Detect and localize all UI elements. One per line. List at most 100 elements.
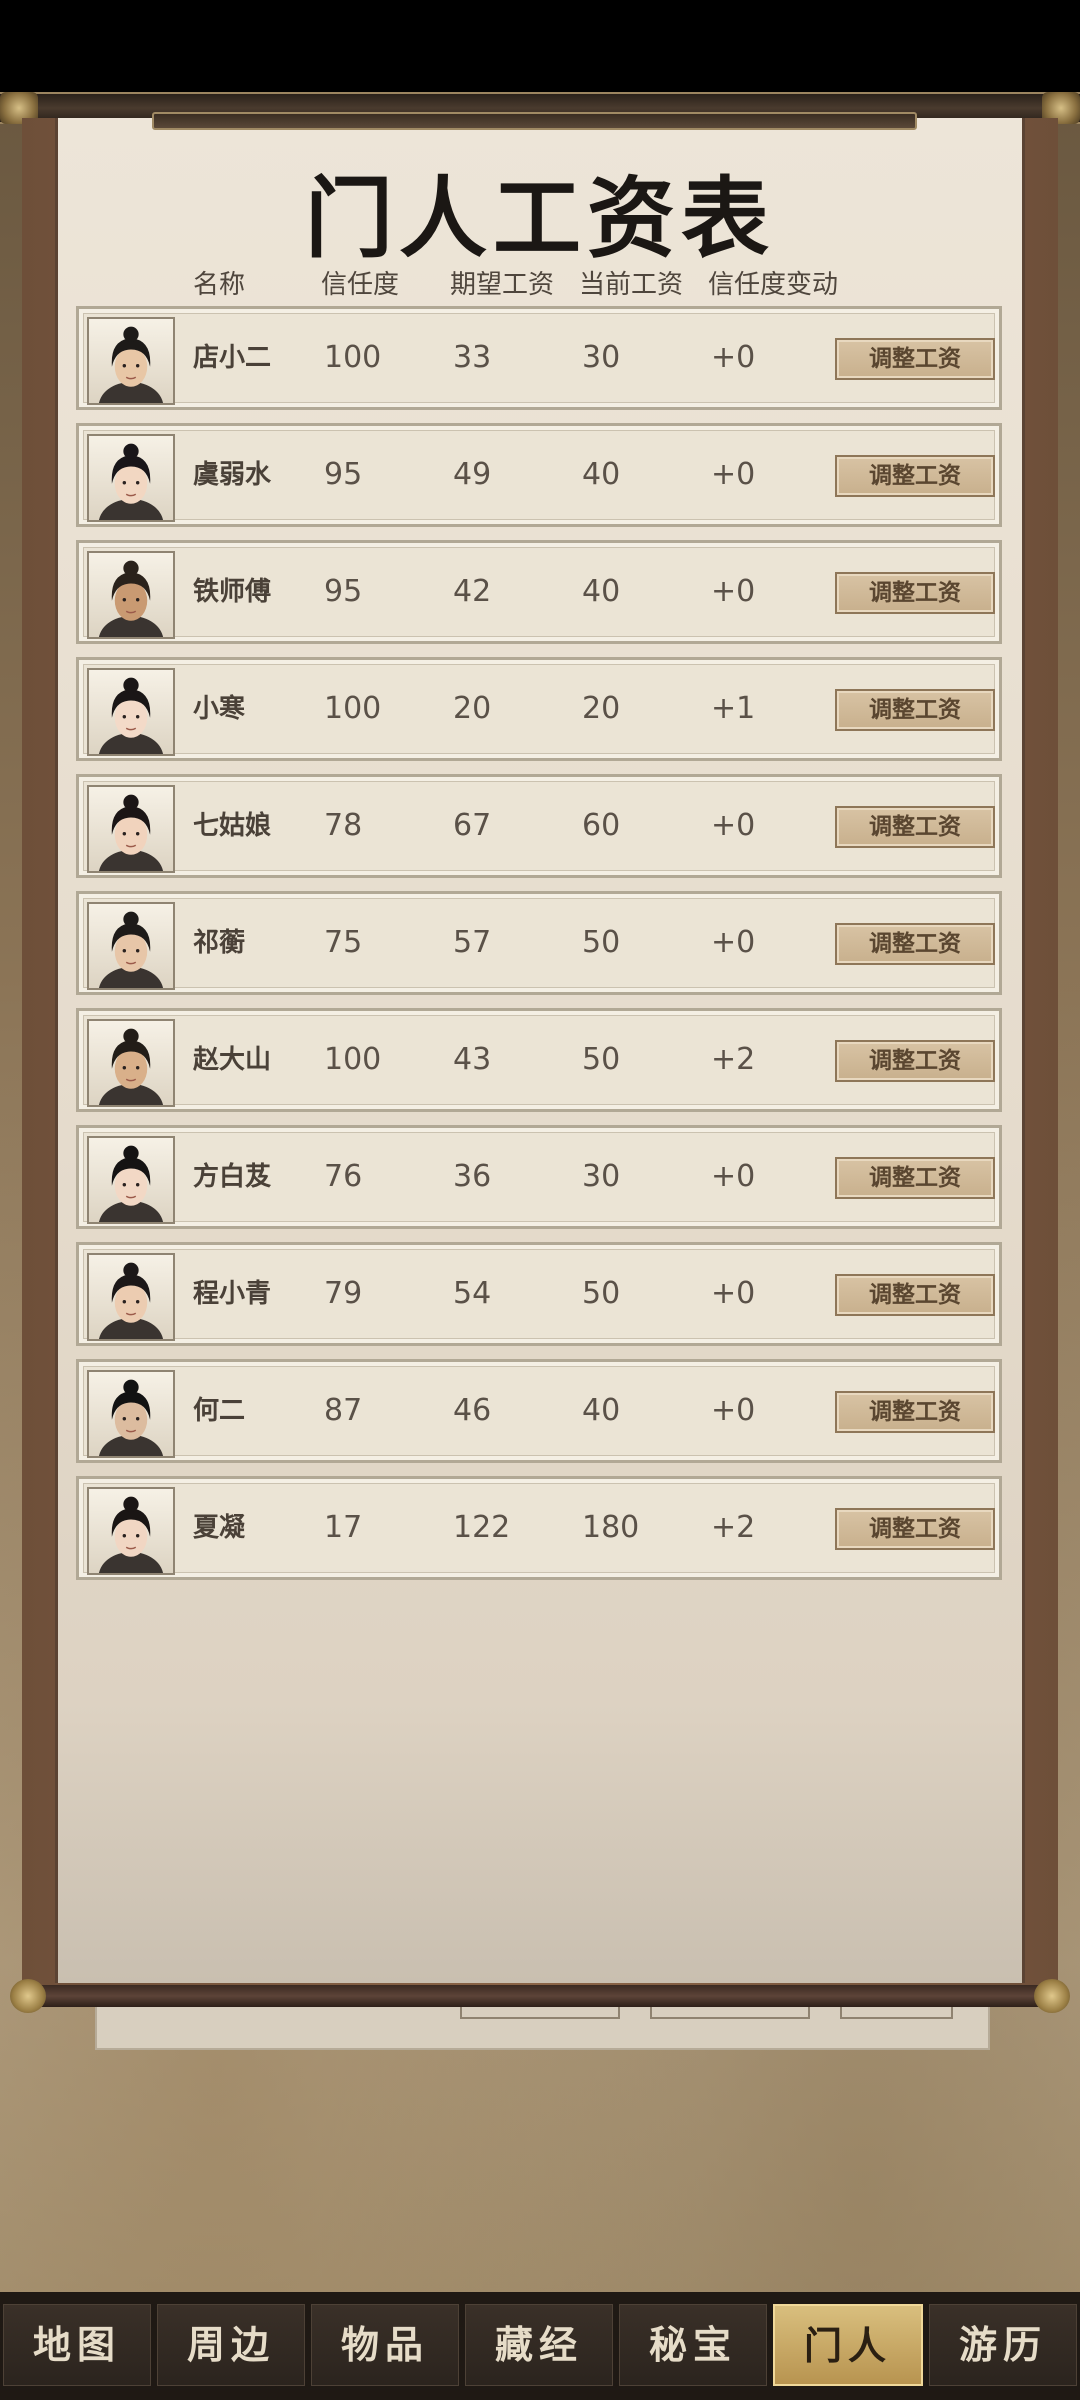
adjust-wage-button[interactable]: 调整工资	[835, 1274, 995, 1316]
trust-change-value: +0	[711, 808, 756, 843]
adjust-wage-button[interactable]: 调整工资	[835, 923, 995, 965]
trust-change-value: +2	[711, 1510, 756, 1545]
trust-value: 100	[324, 691, 382, 726]
current-wage-value: 40	[582, 457, 621, 492]
portrait-avatar	[87, 551, 175, 639]
header-trust: 信任度	[321, 270, 400, 300]
nav-tab[interactable]: 秘宝	[619, 2304, 767, 2386]
trust-value: 87	[324, 1393, 363, 1428]
trust-change-value: +1	[711, 691, 756, 726]
member-name: 方白芨	[193, 1162, 272, 1192]
expected-wage-value: 54	[453, 1276, 492, 1311]
portrait-avatar	[87, 668, 175, 756]
portrait-avatar	[87, 902, 175, 990]
adjust-wage-button[interactable]: 调整工资	[835, 1040, 995, 1082]
expected-wage-value: 122	[453, 1510, 511, 1545]
adjust-wage-button[interactable]: 调整工资	[835, 572, 995, 614]
underlying-tab	[650, 2005, 810, 2019]
trust-change-value: +0	[711, 1159, 756, 1194]
trust-value: 76	[324, 1159, 363, 1194]
table-row: 虞弱水 95 49 40 +0 调整工资	[76, 423, 1002, 527]
trust-change-value: +0	[711, 574, 756, 609]
scroll-bottom-rod	[10, 1979, 1070, 2013]
member-name: 店小二	[193, 343, 272, 373]
header-expected-wage: 期望工资	[450, 270, 555, 300]
adjust-wage-button[interactable]: 调整工资	[835, 1508, 995, 1550]
trust-value: 95	[324, 457, 363, 492]
trust-value: 79	[324, 1276, 363, 1311]
expected-wage-value: 67	[453, 808, 492, 843]
current-wage-value: 60	[582, 808, 621, 843]
underlying-tab	[460, 2005, 620, 2019]
table-row: 夏凝 17 122 180 +2 调整工资	[76, 1476, 1002, 1580]
header-current-wage: 当前工资	[579, 270, 684, 300]
member-name: 赵大山	[193, 1045, 272, 1075]
expected-wage-value: 33	[453, 340, 492, 375]
member-name: 铁师傅	[193, 577, 272, 607]
portrait-avatar	[87, 1136, 175, 1224]
current-wage-value: 40	[582, 1393, 621, 1428]
header-name: 名称	[193, 270, 246, 300]
table-row: 小寒 100 20 20 +1 调整工资	[76, 657, 1002, 761]
trust-value: 100	[324, 1042, 382, 1077]
expected-wage-value: 36	[453, 1159, 492, 1194]
rod-cap-icon	[10, 1979, 46, 2013]
underlying-panel	[95, 2005, 990, 2050]
table-row: 方白芨 76 36 30 +0 调整工资	[76, 1125, 1002, 1229]
trust-value: 100	[324, 340, 382, 375]
current-wage-value: 30	[582, 340, 621, 375]
member-name: 小寒	[193, 694, 246, 724]
table-header: 名称 信任度 期望工资 当前工资 信任度变动	[0, 264, 1080, 300]
expected-wage-value: 46	[453, 1393, 492, 1428]
adjust-wage-button[interactable]: 调整工资	[835, 1157, 995, 1199]
table-row: 祁蘅 75 57 50 +0 调整工资	[76, 891, 1002, 995]
adjust-wage-button[interactable]: 调整工资	[835, 1391, 995, 1433]
trust-value: 78	[324, 808, 363, 843]
trust-change-value: +2	[711, 1042, 756, 1077]
nav-tab[interactable]: 藏经	[465, 2304, 613, 2386]
table-row: 赵大山 100 43 50 +2 调整工资	[76, 1008, 1002, 1112]
current-wage-value: 50	[582, 925, 621, 960]
expected-wage-value: 20	[453, 691, 492, 726]
member-name: 程小青	[193, 1279, 272, 1309]
underlying-tab	[840, 2005, 953, 2019]
adjust-wage-button[interactable]: 调整工资	[835, 455, 995, 497]
member-name: 夏凝	[193, 1513, 246, 1543]
trust-value: 17	[324, 1510, 363, 1545]
expected-wage-value: 42	[453, 574, 492, 609]
nav-tab[interactable]: 游历	[929, 2304, 1077, 2386]
table-row: 七姑娘 78 67 60 +0 调整工资	[76, 774, 1002, 878]
page-title: 门人工资表	[304, 166, 775, 270]
table-row: 程小青 79 54 50 +0 调整工资	[76, 1242, 1002, 1346]
table-row: 店小二 100 33 30 +0 调整工资	[76, 306, 1002, 410]
trust-value: 95	[324, 574, 363, 609]
nav-tab[interactable]: 物品	[311, 2304, 459, 2386]
portrait-avatar	[87, 1487, 175, 1575]
expected-wage-value: 43	[453, 1042, 492, 1077]
trust-change-value: +0	[711, 457, 756, 492]
current-wage-value: 40	[582, 574, 621, 609]
adjust-wage-button[interactable]: 调整工资	[835, 806, 995, 848]
current-wage-value: 30	[582, 1159, 621, 1194]
trust-change-value: +0	[711, 1393, 756, 1428]
trust-change-value: +0	[711, 340, 756, 375]
table-row: 铁师傅 95 42 40 +0 调整工资	[76, 540, 1002, 644]
wage-table: 店小二 100 33 30 +0 调整工资 虞弱水 95 49 40 +0 调整…	[76, 306, 1002, 1593]
member-name: 七姑娘	[193, 811, 272, 841]
trust-change-value: +0	[711, 1276, 756, 1311]
adjust-wage-button[interactable]: 调整工资	[835, 689, 995, 731]
nav-tab[interactable]: 门人	[773, 2304, 923, 2386]
nav-tab[interactable]: 周边	[157, 2304, 305, 2386]
table-row: 何二 87 46 40 +0 调整工资	[76, 1359, 1002, 1463]
portrait-avatar	[87, 1370, 175, 1458]
portrait-avatar	[87, 1019, 175, 1107]
nav-tab[interactable]: 地图	[3, 2304, 151, 2386]
bottom-navigation: 地图 周边 物品 藏经 秘宝 门人 游历	[0, 2292, 1080, 2400]
member-name: 祁蘅	[193, 928, 246, 958]
portrait-avatar	[87, 434, 175, 522]
scroll-hanger	[152, 112, 917, 130]
adjust-wage-button[interactable]: 调整工资	[835, 338, 995, 380]
portrait-avatar	[87, 1253, 175, 1341]
trust-value: 75	[324, 925, 363, 960]
current-wage-value: 50	[582, 1042, 621, 1077]
